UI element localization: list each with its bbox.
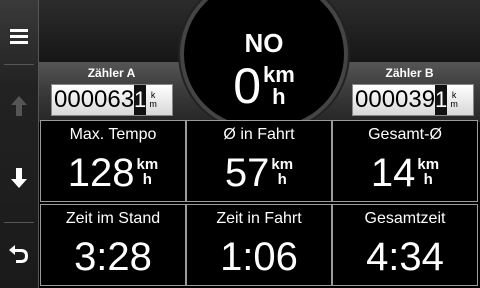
current-speed: 0 km h <box>184 58 344 114</box>
stat-value: 14 <box>370 151 416 195</box>
back-arrow-icon <box>9 245 28 263</box>
speed-gauge: NO 0 km h <box>180 0 348 130</box>
stat-stopped-time[interactable]: Zeit im Stand 3:28 <box>40 204 186 286</box>
counter-a-fraction: 1 <box>134 85 146 115</box>
stat-overall-avg[interactable]: Gesamt-Ø 14 km h <box>332 120 478 202</box>
stat-label: Gesamt-Ø <box>368 126 442 143</box>
arrow-down-icon <box>11 168 27 188</box>
stat-moving-time[interactable]: Zeit in Fahrt 1:06 <box>186 204 332 286</box>
stat-avg-moving[interactable]: Ø in Fahrt 57 km h <box>186 120 332 202</box>
stat-label: Gesamtzeit <box>364 210 446 227</box>
counter-a-label: Zähler A <box>87 66 136 80</box>
stat-total-time[interactable]: Gesamtzeit 4:34 <box>332 204 478 286</box>
stat-value: 3:28 <box>74 235 152 279</box>
stat-label: Ø in Fahrt <box>223 126 295 143</box>
counter-a-digits: 000063 <box>54 86 135 113</box>
counter-b-unit: km <box>450 90 458 109</box>
counter-a-unit: km <box>149 90 157 109</box>
sidebar <box>0 0 39 288</box>
menu-button[interactable] <box>0 18 38 54</box>
counter-b-odometer: 000039 1 km <box>352 84 474 116</box>
counter-a[interactable]: Zähler A 000063 1 km <box>49 64 174 120</box>
stat-label: Zeit in Fahrt <box>216 210 302 227</box>
counter-a-odometer: 000063 1 km <box>51 84 173 116</box>
stat-value-row: 57 km h <box>187 151 331 195</box>
scroll-down-button[interactable] <box>0 160 38 196</box>
stats-grid: Max. Tempo 128 km h Ø in Fahrt 57 km h Gesam… <box>39 120 480 288</box>
counter-b[interactable]: Zähler B 000039 1 km <box>347 64 474 120</box>
counter-b-label: Zähler B <box>385 66 434 80</box>
stat-unit: km h <box>417 156 440 188</box>
stat-value-row: 3:28 <box>41 235 185 279</box>
stat-value: 1:06 <box>220 235 298 279</box>
stat-value: 4:34 <box>366 235 444 279</box>
stat-value: 128 <box>67 151 135 195</box>
hamburger-menu-icon <box>10 29 28 44</box>
back-button[interactable] <box>0 232 38 272</box>
counter-b-fraction: 1 <box>435 85 447 115</box>
heading-label: NO <box>244 28 284 58</box>
stat-value-row: 14 km h <box>333 151 477 195</box>
stat-label: Max. Tempo <box>69 126 157 143</box>
stat-value-row: 1:06 <box>187 235 331 279</box>
counter-b-digits: 000039 <box>355 86 436 113</box>
current-speed-value: 0 <box>233 58 261 114</box>
stat-unit: km h <box>271 156 294 188</box>
arrow-up-icon <box>11 96 27 116</box>
stat-label: Zeit im Stand <box>65 210 161 227</box>
stat-value-row: 128 km h <box>41 151 185 195</box>
stat-value-row: 4:34 <box>333 235 477 279</box>
trip-computer: Zähler A 000063 1 km Zähler B 000039 1 k… <box>39 0 480 288</box>
stat-max-speed[interactable]: Max. Tempo 128 km h <box>40 120 186 202</box>
stat-unit: km h <box>136 156 159 188</box>
current-speed-unit: km h <box>263 62 295 109</box>
stat-value: 57 <box>224 151 270 195</box>
scroll-up-button[interactable] <box>0 88 38 124</box>
